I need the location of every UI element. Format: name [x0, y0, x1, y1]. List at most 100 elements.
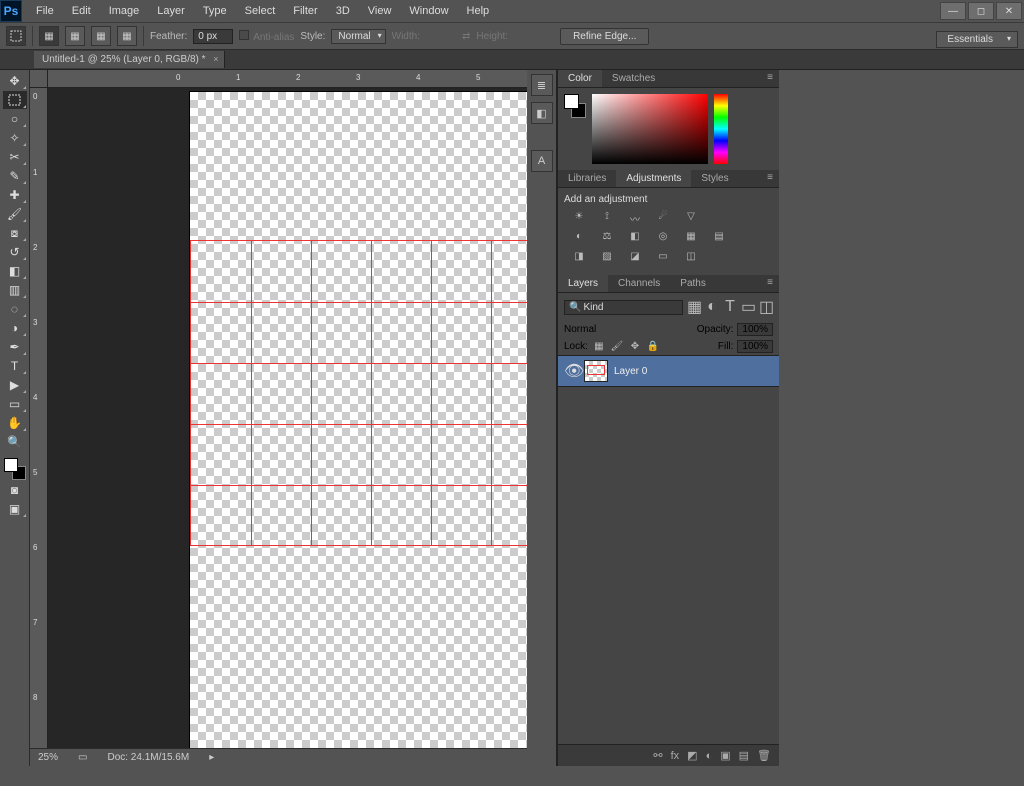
color-balance-icon[interactable]: ⚖: [598, 231, 616, 247]
menu-filter[interactable]: Filter: [285, 2, 325, 20]
status-menu-icon[interactable]: ▸: [209, 752, 214, 763]
feather-input[interactable]: 0 px: [193, 29, 233, 44]
hue-saturation-icon[interactable]: ◐: [570, 231, 588, 247]
layers-panel-menu-icon[interactable]: ≡: [761, 275, 779, 292]
delete-layer-icon[interactable]: 🗑: [757, 749, 771, 762]
menu-type[interactable]: Type: [195, 2, 235, 20]
zoom-level[interactable]: 25%: [38, 752, 58, 763]
horizontal-ruler[interactable]: 0 1 2 3 4 5 6 7 8 9 10: [48, 70, 527, 88]
link-layers-icon[interactable]: ⚯: [653, 749, 662, 762]
color-panel-menu-icon[interactable]: ≡: [761, 70, 779, 87]
gradient-tool[interactable]: ▥: [3, 281, 27, 299]
lock-transparency-icon[interactable]: ▦: [592, 341, 606, 352]
adjustments-panel-menu-icon[interactable]: ≡: [761, 170, 779, 187]
character-panel-icon[interactable]: A: [531, 150, 553, 172]
layer-visibility-icon[interactable]: 👁: [564, 361, 578, 381]
quick-mask-toggle[interactable]: ◙: [3, 481, 27, 499]
pen-tool[interactable]: ✒: [3, 338, 27, 356]
maximize-button[interactable]: ◻: [968, 2, 994, 20]
exposure-icon[interactable]: ☄: [654, 211, 672, 227]
selective-color-icon[interactable]: ◫: [682, 251, 700, 267]
channel-mixer-icon[interactable]: ▦: [682, 231, 700, 247]
menu-help[interactable]: Help: [459, 2, 498, 20]
document-tab[interactable]: Untitled-1 @ 25% (Layer 0, RGB/8) * ×: [34, 51, 225, 68]
filter-type-icon[interactable]: T: [723, 298, 737, 316]
fill-value[interactable]: 100%: [737, 340, 773, 353]
lock-all-icon[interactable]: 🔒: [646, 341, 660, 352]
tab-channels[interactable]: Channels: [608, 275, 670, 292]
layer-name[interactable]: Layer 0: [614, 366, 647, 377]
style-dropdown[interactable]: Normal: [331, 29, 385, 44]
blur-tool[interactable]: ◌: [3, 300, 27, 318]
selection-subtract-icon[interactable]: ▦: [91, 26, 111, 46]
posterize-icon[interactable]: ▨: [598, 251, 616, 267]
tab-layers[interactable]: Layers: [558, 275, 608, 292]
menu-3d[interactable]: 3D: [328, 2, 358, 20]
lock-position-icon[interactable]: ✥: [628, 341, 642, 352]
color-lookup-icon[interactable]: ▤: [710, 231, 728, 247]
marquee-tool-preset-icon[interactable]: [6, 26, 26, 46]
zoom-tool[interactable]: 🔍: [3, 433, 27, 451]
path-selection-tool[interactable]: ▶: [3, 376, 27, 394]
gradient-map-icon[interactable]: ▭: [654, 251, 672, 267]
curves-icon[interactable]: 〰: [626, 211, 644, 227]
tab-swatches[interactable]: Swatches: [602, 70, 665, 87]
selection-new-icon[interactable]: ▦: [39, 26, 59, 46]
type-tool[interactable]: T: [3, 357, 27, 375]
hand-tool[interactable]: ✋: [3, 414, 27, 432]
new-group-icon[interactable]: ▣: [720, 749, 730, 762]
workspace-switcher[interactable]: Essentials: [936, 31, 1018, 48]
clone-stamp-tool[interactable]: ⧇: [3, 224, 27, 242]
close-button[interactable]: ✕: [996, 2, 1022, 20]
properties-panel-icon[interactable]: ◧: [531, 102, 553, 124]
threshold-icon[interactable]: ◪: [626, 251, 644, 267]
color-fg-bg-swatch[interactable]: [564, 94, 586, 118]
new-layer-icon[interactable]: ▤: [739, 749, 749, 762]
layer-filter-kind[interactable]: 🔍Kind: [564, 300, 683, 315]
expose-icon[interactable]: ▭: [78, 752, 87, 763]
filter-shape-icon[interactable]: ▭: [741, 297, 755, 317]
layer-mask-icon[interactable]: ◩: [687, 749, 697, 762]
black-white-icon[interactable]: ◧: [626, 231, 644, 247]
marquee-tool[interactable]: [3, 91, 27, 109]
tab-color[interactable]: Color: [558, 70, 602, 87]
menu-window[interactable]: Window: [401, 2, 456, 20]
healing-brush-tool[interactable]: ✚: [3, 186, 27, 204]
menu-select[interactable]: Select: [237, 2, 284, 20]
tab-adjustments[interactable]: Adjustments: [616, 170, 691, 187]
tab-paths[interactable]: Paths: [670, 275, 716, 292]
filter-adjust-icon[interactable]: ◐: [705, 298, 719, 316]
opacity-value[interactable]: 100%: [737, 323, 773, 336]
blend-mode-dropdown[interactable]: Normal: [564, 324, 693, 335]
brush-tool[interactable]: 🖌: [3, 205, 27, 223]
selection-add-icon[interactable]: ▦: [65, 26, 85, 46]
dodge-tool[interactable]: ◑: [3, 319, 27, 337]
vertical-ruler[interactable]: 0 1 2 3 4 5 6 7 8 9: [30, 88, 48, 766]
minimize-button[interactable]: —: [940, 2, 966, 20]
move-tool[interactable]: ✥: [3, 72, 27, 90]
tab-styles[interactable]: Styles: [691, 170, 738, 187]
doc-size[interactable]: Doc: 24.1M/15.6M: [107, 752, 189, 763]
menu-image[interactable]: Image: [101, 2, 148, 20]
foreground-background-swatch[interactable]: [4, 458, 26, 480]
color-field[interactable]: [592, 94, 708, 164]
menu-layer[interactable]: Layer: [149, 2, 193, 20]
document-canvas[interactable]: [190, 92, 527, 752]
magic-wand-tool[interactable]: ✧: [3, 129, 27, 147]
document-workspace[interactable]: 0 1 2 3 4 5 6 7 8 9 10 0 1 2 3 4 5 6 7 8…: [30, 70, 527, 766]
hue-strip[interactable]: [714, 94, 728, 164]
shape-tool[interactable]: ▭: [3, 395, 27, 413]
menu-file[interactable]: File: [28, 2, 62, 20]
crop-tool[interactable]: ✂: [3, 148, 27, 166]
layer-thumbnail[interactable]: [584, 360, 608, 382]
selection-intersect-icon[interactable]: ▦: [117, 26, 137, 46]
lasso-tool[interactable]: ○: [3, 110, 27, 128]
vibrance-icon[interactable]: ▽: [682, 211, 700, 227]
close-document-icon[interactable]: ×: [213, 54, 218, 64]
photo-filter-icon[interactable]: ◎: [654, 231, 672, 247]
refine-edge-button[interactable]: Refine Edge...: [560, 28, 649, 45]
history-panel-icon[interactable]: ≣: [531, 74, 553, 96]
layer-row[interactable]: 👁 Layer 0: [558, 355, 779, 387]
menu-view[interactable]: View: [360, 2, 400, 20]
menu-edit[interactable]: Edit: [64, 2, 99, 20]
